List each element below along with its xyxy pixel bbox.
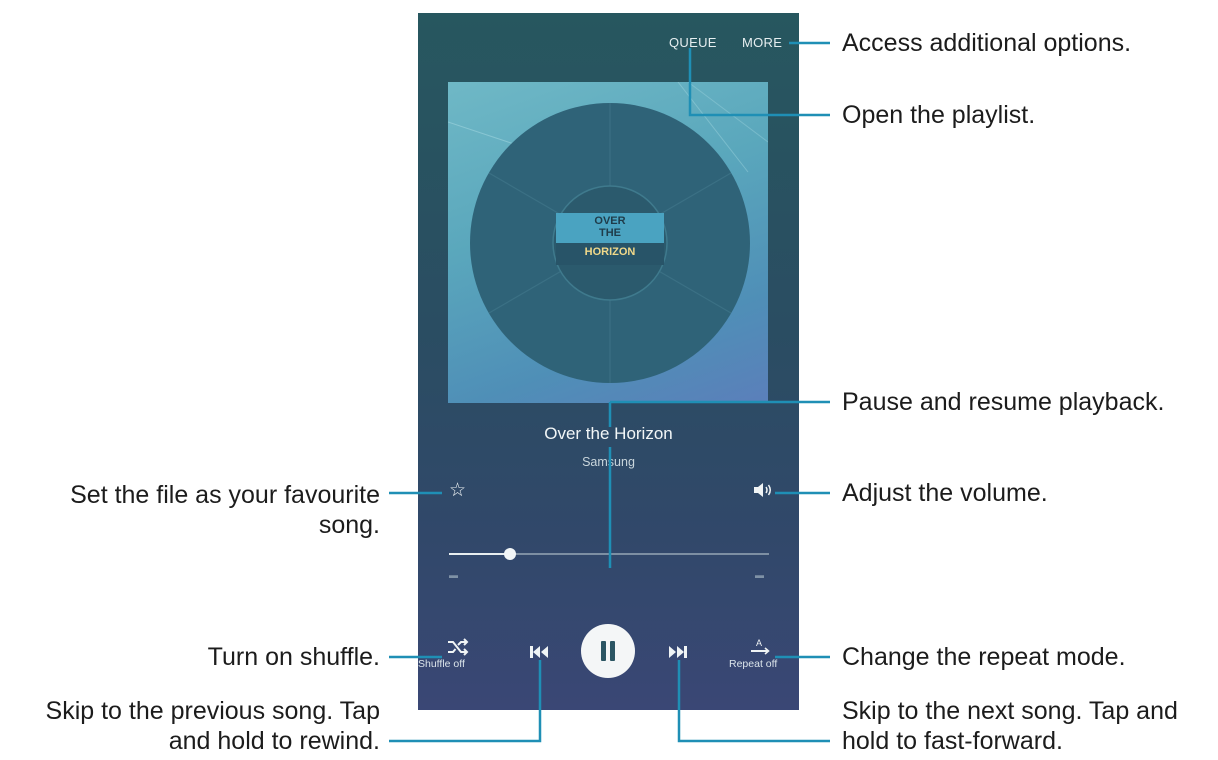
annotation-previous-line1: Skip to the previous song. Tap bbox=[45, 697, 380, 725]
pause-icon-left bbox=[601, 641, 606, 661]
elapsed-time: ▬ bbox=[449, 570, 458, 580]
queue-button[interactable]: QUEUE bbox=[669, 35, 717, 50]
annotation-favourite-line2: song. bbox=[318, 511, 380, 539]
seek-bar-progress bbox=[449, 553, 510, 555]
next-icon[interactable] bbox=[669, 645, 687, 663]
annotation-shuffle: Turn on shuffle. bbox=[207, 643, 380, 671]
album-art-text-top: OVER THE bbox=[556, 215, 664, 239]
music-player-screen: QUEUE MORE OVER THE HORIZON Over the Hor… bbox=[418, 13, 799, 710]
annotation-favourite-line1: Set the file as your favourite bbox=[70, 481, 380, 509]
pause-icon-right bbox=[610, 641, 615, 661]
annotation-next-line2: hold to fast-forward. bbox=[842, 727, 1063, 755]
annotation-next: Skip to the next song. Tap and hold to f… bbox=[842, 696, 1178, 756]
album-art-line3: HORIZON bbox=[584, 246, 636, 258]
star-icon[interactable]: ☆ bbox=[449, 479, 466, 502]
album-art-line1: OVER bbox=[594, 215, 626, 227]
artist-name: Samsung bbox=[582, 455, 635, 469]
volume-icon[interactable] bbox=[753, 482, 773, 503]
svg-text:A: A bbox=[756, 638, 762, 648]
song-title: Over the Horizon bbox=[544, 424, 673, 443]
annotation-pause: Pause and resume playback. bbox=[842, 388, 1165, 416]
album-art-graphic bbox=[448, 82, 768, 383]
total-time: ▬ bbox=[755, 570, 764, 580]
annotation-previous-line2: and hold to rewind. bbox=[168, 727, 380, 755]
annotation-previous: Skip to the previous song. Tap and hold … bbox=[46, 696, 380, 756]
seek-bar-thumb[interactable] bbox=[503, 548, 516, 560]
shuffle-label: Shuffle off bbox=[418, 658, 465, 670]
annotation-next-line1: Skip to the next song. Tap and bbox=[842, 697, 1178, 725]
top-bar: QUEUE MORE bbox=[418, 35, 799, 55]
annotation-queue: Open the playlist. bbox=[842, 101, 1036, 129]
previous-icon[interactable] bbox=[530, 645, 548, 663]
album-art: OVER THE HORIZON bbox=[448, 82, 768, 403]
annotation-favourite: Set the file as your favourite song. bbox=[70, 480, 380, 540]
annotation-more: Access additional options. bbox=[842, 29, 1132, 57]
album-art-line2: THE bbox=[599, 227, 621, 239]
annotation-volume: Adjust the volume. bbox=[842, 479, 1048, 507]
pause-button[interactable] bbox=[581, 624, 635, 678]
more-button[interactable]: MORE bbox=[742, 35, 782, 50]
seek-bar[interactable] bbox=[449, 548, 769, 560]
repeat-label: Repeat off bbox=[729, 658, 778, 670]
annotation-repeat: Change the repeat mode. bbox=[842, 643, 1126, 671]
